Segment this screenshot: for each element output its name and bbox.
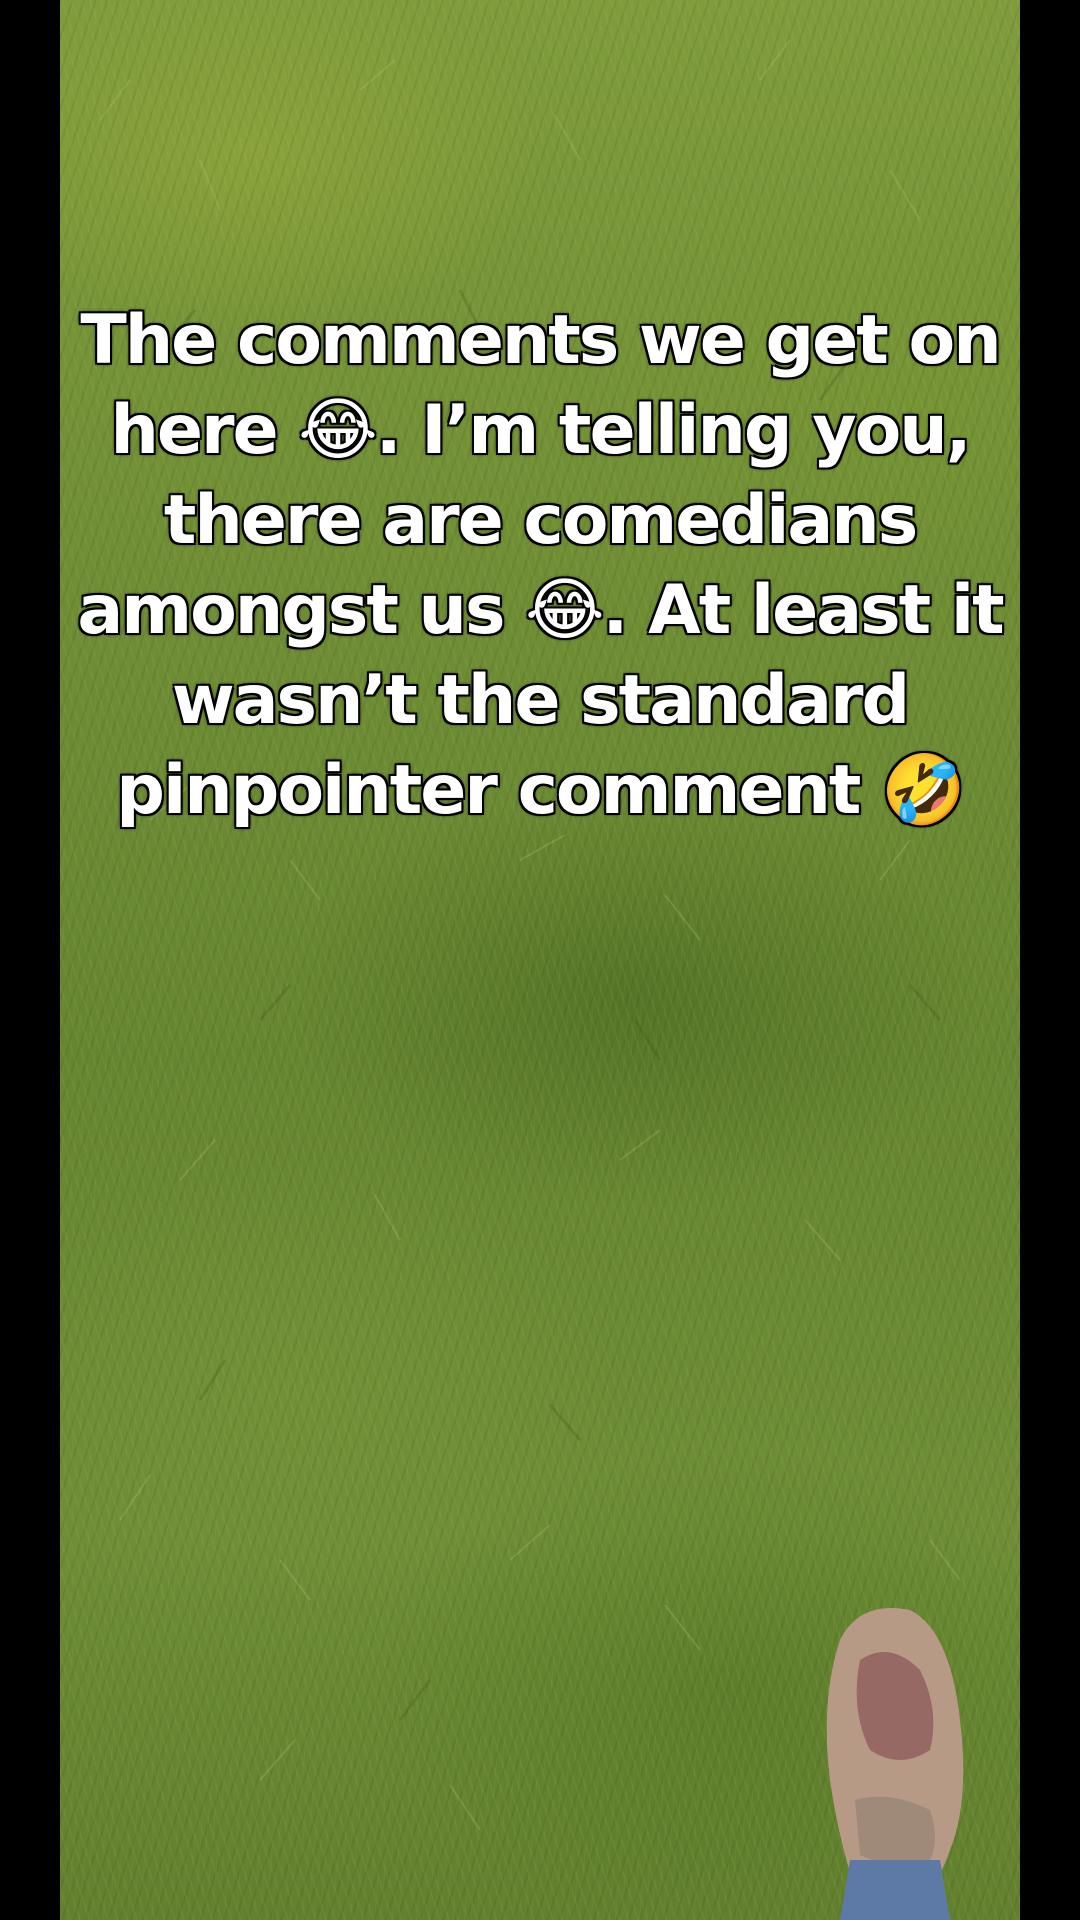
caption-line: pinpointer comment 🤣 [116, 751, 965, 830]
caption-overlay: The comments we get on here 😂. I’m telli… [60, 296, 1020, 836]
boot-image [826, 1608, 964, 1920]
caption-line: there are comedians [163, 481, 918, 560]
caption-line: The comments we get on [80, 301, 1001, 380]
video-content[interactable] [60, 0, 1020, 1920]
caption-line: here 😂. I’m telling you, [110, 391, 971, 470]
letterbox-right [1020, 0, 1080, 1920]
caption-line: amongst us 😂. At least it [77, 571, 1004, 650]
letterbox-left [0, 0, 60, 1920]
caption-line: wasn’t the standard [171, 661, 910, 740]
video-frame: The comments we get on here 😂. I’m telli… [0, 0, 1080, 1920]
